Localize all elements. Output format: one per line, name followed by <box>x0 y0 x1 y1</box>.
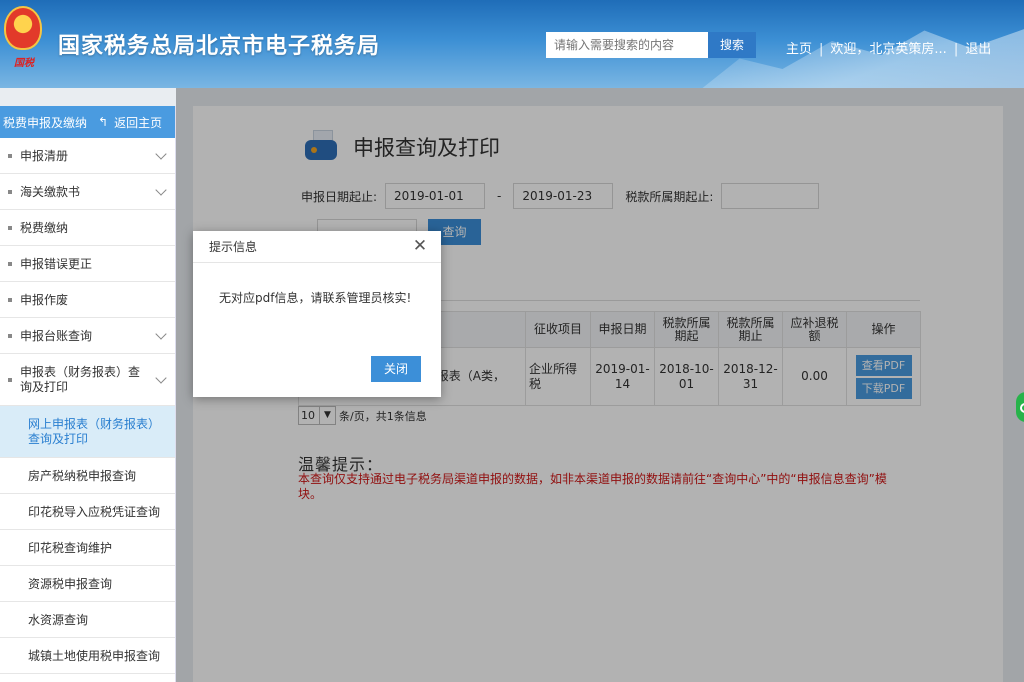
nav-separator: | <box>819 42 824 57</box>
sidebar-item-tax-payment[interactable]: 税费缴纳 <box>0 210 175 246</box>
return-arrow-icon: ↰ <box>98 115 109 129</box>
nav-separator: | <box>953 42 959 57</box>
bullet-icon <box>8 377 12 382</box>
tax-emblem-logo: 国税 <box>4 6 44 76</box>
sidebar: 税费申报及缴纳 ↰ 返回主页 申报清册 海关缴款书 税费缴纳 申报错误更正 申报… <box>0 106 176 682</box>
back-home-label: 返回主页 <box>114 115 163 130</box>
sidebar-subitem-online-report-query[interactable]: 网上申报表（财务报表）查询及打印 <box>0 406 175 458</box>
top-nav: 主页 | 欢迎，北京英策房... | 退出 <box>786 38 991 57</box>
chevron-down-icon <box>155 183 167 196</box>
bullet-icon <box>8 333 12 338</box>
sidebar-subitem-stamp-tax-import[interactable]: 印花税导入应税凭证查询 <box>0 494 175 530</box>
sidebar-title: 税费申报及缴纳 <box>3 115 88 130</box>
chevron-down-icon <box>155 371 167 384</box>
site-header: 国税 国家税务总局北京市电子税务局 搜索 主页 | 欢迎，北京英策房... | 退出 <box>0 0 1024 88</box>
sidebar-item-label: 海关缴款书 <box>20 185 81 199</box>
sidebar-item-label: 申报台账查询 <box>20 329 93 343</box>
sidebar-subitem-land-use-tax[interactable]: 城镇土地使用税申报查询 <box>0 638 175 674</box>
home-link[interactable]: 主页 <box>786 38 812 57</box>
search-input[interactable] <box>546 32 708 58</box>
sidebar-item-ledger-query[interactable]: 申报台账查询 <box>0 318 175 354</box>
bullet-icon <box>8 297 12 302</box>
dialog-message: 无对应pdf信息，请联系管理员核实! <box>219 291 412 305</box>
bullet-icon <box>8 261 12 266</box>
back-home-button[interactable]: ↰ 返回主页 <box>98 114 162 131</box>
bullet-icon <box>8 189 12 194</box>
chevron-down-icon <box>155 147 167 160</box>
sidebar-header: 税费申报及缴纳 ↰ 返回主页 <box>0 106 175 138</box>
sidebar-subitem-resource-tax[interactable]: 资源税申报查询 <box>0 566 175 602</box>
sidebar-item-label: 税费缴纳 <box>20 221 69 235</box>
side-widget-icon[interactable] <box>1016 392 1024 422</box>
bullet-icon <box>8 225 12 230</box>
dialog-title: 提示信息 <box>193 231 441 263</box>
sidebar-subitem-property-tax[interactable]: 房产税纳税申报查询 <box>0 458 175 494</box>
sidebar-item-declaration-list[interactable]: 申报清册 <box>0 138 175 174</box>
bullet-icon <box>8 153 12 158</box>
sidebar-item-label: 申报清册 <box>20 149 69 163</box>
dialog-close-button[interactable]: 关闭 <box>371 356 421 382</box>
sidebar-item-error-correction[interactable]: 申报错误更正 <box>0 246 175 282</box>
chevron-down-icon <box>155 327 167 340</box>
sidebar-item-label: 申报表（财务报表）查询及打印 <box>20 364 141 394</box>
site-title: 国家税务总局北京市电子税务局 <box>58 34 381 59</box>
welcome-user[interactable]: 欢迎，北京英策房... <box>830 38 946 57</box>
sidebar-subitem-stamp-tax-maintain[interactable]: 印花税查询维护 <box>0 530 175 566</box>
sidebar-subitem-water-resource[interactable]: 水资源查询 <box>0 602 175 638</box>
sidebar-item-label: 申报错误更正 <box>20 257 93 271</box>
alert-dialog: 提示信息 ✕ 无对应pdf信息，请联系管理员核实! 关闭 <box>193 231 441 397</box>
sidebar-item-void-declaration[interactable]: 申报作废 <box>0 282 175 318</box>
close-icon[interactable]: ✕ <box>411 237 429 255</box>
search-button[interactable]: 搜索 <box>708 32 756 58</box>
logout-link[interactable]: 退出 <box>965 38 991 57</box>
sidebar-item-label: 申报作废 <box>20 293 69 307</box>
sidebar-item-report-query-print[interactable]: 申报表（财务报表）查询及打印 <box>0 354 175 406</box>
sidebar-item-customs-payment[interactable]: 海关缴款书 <box>0 174 175 210</box>
